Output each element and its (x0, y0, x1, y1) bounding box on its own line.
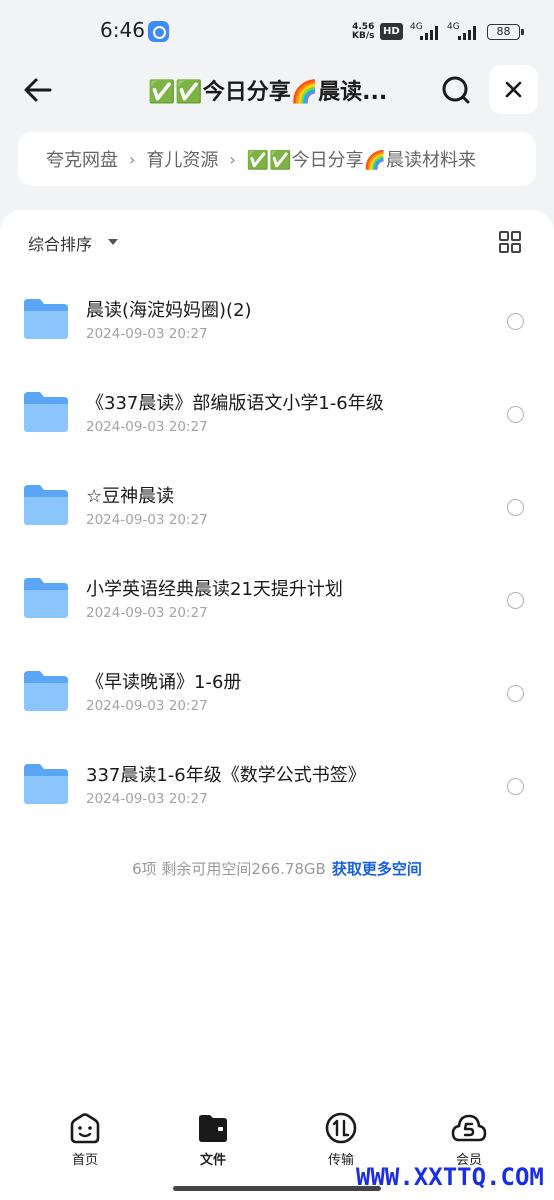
sort-dropdown[interactable]: 综合排序 (28, 231, 92, 255)
select-radio[interactable] (507, 778, 524, 795)
header: ✅✅今日分享🌈晨读... (0, 62, 554, 118)
nav-label: 首页 (71, 1153, 98, 1168)
file-date: 2024-09-03 20:27 (86, 326, 208, 342)
membership-icon (451, 1114, 487, 1142)
search-button[interactable] (438, 72, 474, 108)
folder-icon (24, 299, 68, 339)
transfer-icon (325, 1112, 357, 1144)
file-row[interactable]: 《337晨读》部编版语文小学1-6年级 2024-09-03 20:27 (0, 367, 554, 460)
grid-view-button[interactable] (498, 230, 522, 254)
sort-bar: 综合排序 (0, 210, 554, 274)
breadcrumb-item-current: ✅✅今日分享🌈晨读材料来 (246, 150, 477, 171)
file-name: 《早读晚诵》1-6册 (86, 672, 242, 693)
select-radio[interactable] (507, 592, 524, 609)
file-row[interactable]: 晨读(海淀妈妈圈)(2) 2024-09-03 20:27 (0, 274, 554, 367)
storage-summary: 6项 剩余可用空间266.78GB (132, 860, 326, 878)
file-row[interactable]: 《早读晚诵》1-6册 2024-09-03 20:27 (0, 646, 554, 739)
file-date: 2024-09-03 20:27 (86, 791, 208, 807)
file-date: 2024-09-03 20:27 (86, 512, 208, 528)
folder-icon (24, 764, 68, 804)
folder-icon (24, 392, 68, 432)
nav-item-files[interactable]: 文件 (168, 1112, 258, 1168)
battery-icon: 88 (487, 24, 524, 40)
home-icon (70, 1113, 100, 1144)
select-radio[interactable] (507, 406, 524, 423)
select-radio[interactable] (507, 499, 524, 516)
select-radio[interactable] (507, 313, 524, 330)
watermark-text: WWW.XXTTQ.COM (356, 1163, 544, 1191)
file-name: 小学英语经典晨读21天提升计划 (86, 579, 343, 600)
nav-item-home[interactable]: 首页 (40, 1112, 130, 1168)
file-name: 337晨读1-6年级《数学公式书签》 (86, 765, 366, 786)
file-row[interactable]: ☆豆神晨读 2024-09-03 20:27 (0, 460, 554, 553)
breadcrumb-separator: › (229, 149, 236, 169)
browser-app-icon (148, 21, 169, 42)
select-radio[interactable] (507, 685, 524, 702)
breadcrumb-item-root[interactable]: 夸克网盘 (46, 146, 118, 172)
back-button[interactable] (20, 72, 56, 108)
folder-icon (199, 1115, 227, 1142)
file-date: 2024-09-03 20:27 (86, 698, 208, 714)
file-date: 2024-09-03 20:27 (86, 605, 208, 621)
close-icon (505, 81, 522, 98)
home-indicator[interactable] (173, 1186, 381, 1191)
page-title: ✅✅今日分享🌈晨读... (148, 80, 388, 105)
status-bar: 6:46 4.56 KB/s HD 4G 4G 88 (0, 0, 554, 62)
folder-icon (24, 485, 68, 525)
network-speed: 4.56 KB/s (352, 22, 375, 41)
folder-icon (24, 578, 68, 618)
file-name: ☆豆神晨读 (86, 486, 175, 507)
get-more-space-link[interactable]: 获取更多空间 (332, 860, 422, 878)
file-name: 晨读(海淀妈妈圈)(2) (86, 300, 252, 321)
caret-down-icon[interactable] (108, 239, 118, 245)
breadcrumb-separator: › (129, 149, 136, 169)
search-icon (442, 76, 470, 104)
file-list: 晨读(海淀妈妈圈)(2) 2024-09-03 20:27 《337晨读》部编版… (0, 274, 554, 832)
hd-badge: HD (380, 23, 403, 40)
file-name: 《337晨读》部编版语文小学1-6年级 (86, 393, 384, 414)
arrow-left-icon (24, 78, 52, 102)
grid-view-icon (499, 231, 521, 253)
status-time: 6:46 (100, 18, 145, 42)
file-sheet: 综合排序 晨读(海淀妈妈圈)(2) 2024-09-03 20:27 《337晨… (0, 210, 554, 1200)
signal-icon-1 (420, 26, 438, 40)
nav-item-membership[interactable]: 会员 (424, 1112, 514, 1168)
nav-label: 文件 (199, 1153, 226, 1168)
file-date: 2024-09-03 20:27 (86, 419, 208, 435)
signal-icon-2 (458, 26, 476, 40)
folder-icon (24, 671, 68, 711)
breadcrumb-item-parent[interactable]: 育儿资源 (146, 146, 218, 172)
breadcrumb: 夸克网盘 › 育儿资源 › ✅✅今日分享🌈晨读材料来 (18, 132, 536, 186)
storage-info: 6项 剩余可用空间266.78GB 获取更多空间 (0, 858, 554, 879)
file-row[interactable]: 小学英语经典晨读21天提升计划 2024-09-03 20:27 (0, 553, 554, 646)
close-button[interactable] (489, 65, 538, 114)
nav-item-transfer[interactable]: 传输 (296, 1112, 386, 1168)
file-row[interactable]: 337晨读1-6年级《数学公式书签》 2024-09-03 20:27 (0, 739, 554, 832)
